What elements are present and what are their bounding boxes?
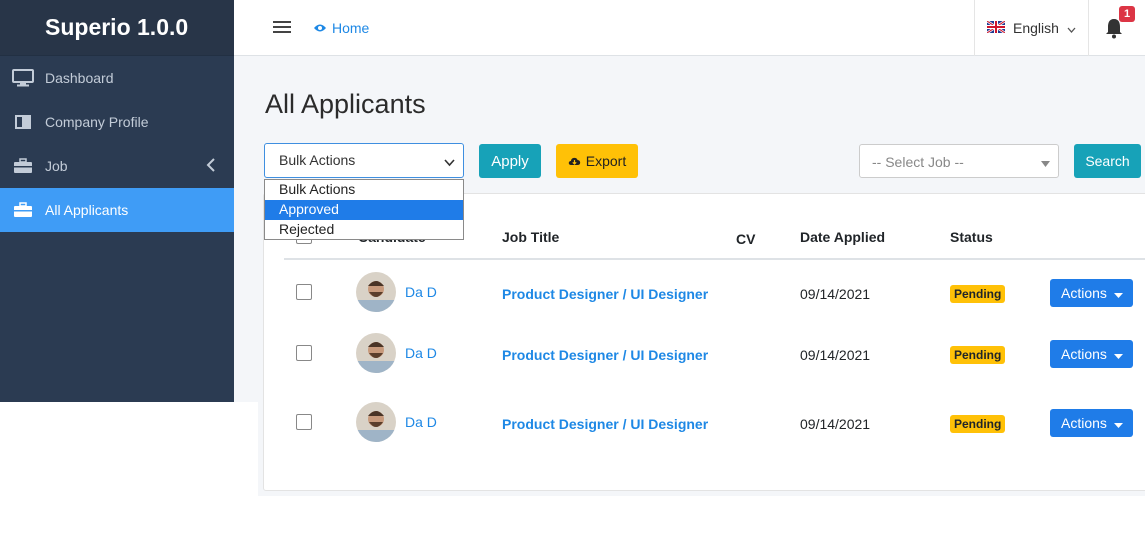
notification-badge: 1 (1119, 6, 1135, 22)
home-link[interactable]: Home (313, 20, 369, 36)
eye-icon (313, 20, 327, 36)
status-badge: Pending (950, 415, 1006, 433)
row-checkbox[interactable] (296, 345, 312, 361)
job-select[interactable]: -- Select Job -- (859, 144, 1059, 178)
actions-button[interactable]: Actions (1050, 409, 1133, 437)
book-icon (0, 114, 45, 130)
page-title: All Applicants (265, 89, 426, 119)
bulk-actions-dropdown: Bulk Actions Approved Rejected (264, 179, 464, 240)
sidebar-item-label: Dashboard (45, 70, 114, 86)
job-title-link[interactable]: Product Designer / UI Designer (502, 347, 708, 363)
top-navbar: Home English 1 (234, 0, 1145, 56)
bulk-actions-select[interactable]: Bulk Actions (264, 143, 464, 178)
job-title-link[interactable]: Product Designer / UI Designer (502, 416, 708, 432)
chevron-left-icon[interactable] (206, 158, 216, 175)
language-label: English (1013, 20, 1059, 36)
caret-down-icon (1113, 415, 1123, 431)
chevron-down-icon (444, 154, 455, 170)
column-header-cv: CV (736, 231, 756, 247)
sidebar-item-company-profile[interactable]: Company Profile (0, 100, 234, 144)
candidate-name[interactable]: Da D (405, 414, 437, 430)
column-header-job-title: Job Title (502, 229, 560, 245)
caret-down-icon (1041, 154, 1050, 170)
date-applied: 09/14/2021 (800, 416, 871, 432)
briefcase-icon (0, 202, 45, 218)
search-button[interactable]: Search (1074, 144, 1141, 178)
actions-button[interactable]: Actions (1050, 340, 1133, 368)
date-applied: 09/14/2021 (800, 347, 871, 363)
column-header-status: Status (950, 229, 993, 245)
candidate-name[interactable]: Da D (405, 284, 437, 300)
sidebar: Superio 1.0.0 Dashboard Company Profile … (0, 0, 234, 402)
briefcase-icon (0, 158, 45, 174)
date-applied: 09/14/2021 (800, 286, 871, 302)
status-badge: Pending (950, 346, 1006, 364)
sidebar-item-label: Job (45, 158, 68, 174)
language-selector[interactable]: English (974, 0, 1089, 56)
brand-logo[interactable]: Superio 1.0.0 (0, 0, 234, 56)
cloud-download-icon (568, 153, 581, 169)
actions-button[interactable]: Actions (1050, 279, 1133, 307)
status-badge: Pending (950, 285, 1006, 303)
row-checkbox[interactable] (296, 284, 312, 300)
chevron-down-icon (1067, 20, 1076, 36)
candidate-name[interactable]: Da D (405, 345, 437, 361)
avatar (356, 402, 396, 442)
avatar (356, 272, 396, 312)
bulk-option-bulk-actions[interactable]: Bulk Actions (265, 180, 463, 200)
bulk-option-rejected[interactable]: Rejected (265, 220, 463, 240)
sidebar-item-job[interactable]: Job (0, 144, 234, 188)
monitor-icon (0, 69, 45, 87)
sidebar-item-dashboard[interactable]: Dashboard (0, 56, 234, 100)
menu-toggle-icon[interactable] (273, 21, 291, 36)
uk-flag-icon (986, 19, 1006, 36)
apply-button[interactable]: Apply (479, 144, 541, 178)
sidebar-item-label: All Applicants (45, 202, 129, 218)
sidebar-item-label: Company Profile (45, 114, 149, 130)
avatar (356, 333, 396, 373)
export-button[interactable]: Export (556, 144, 638, 178)
caret-down-icon (1113, 346, 1123, 362)
sidebar-item-all-applicants[interactable]: All Applicants (0, 188, 234, 232)
job-title-link[interactable]: Product Designer / UI Designer (502, 286, 708, 302)
row-checkbox[interactable] (296, 414, 312, 430)
caret-down-icon (1113, 285, 1123, 301)
column-header-date-applied: Date Applied (800, 229, 886, 245)
bulk-option-approved[interactable]: Approved (265, 200, 463, 220)
